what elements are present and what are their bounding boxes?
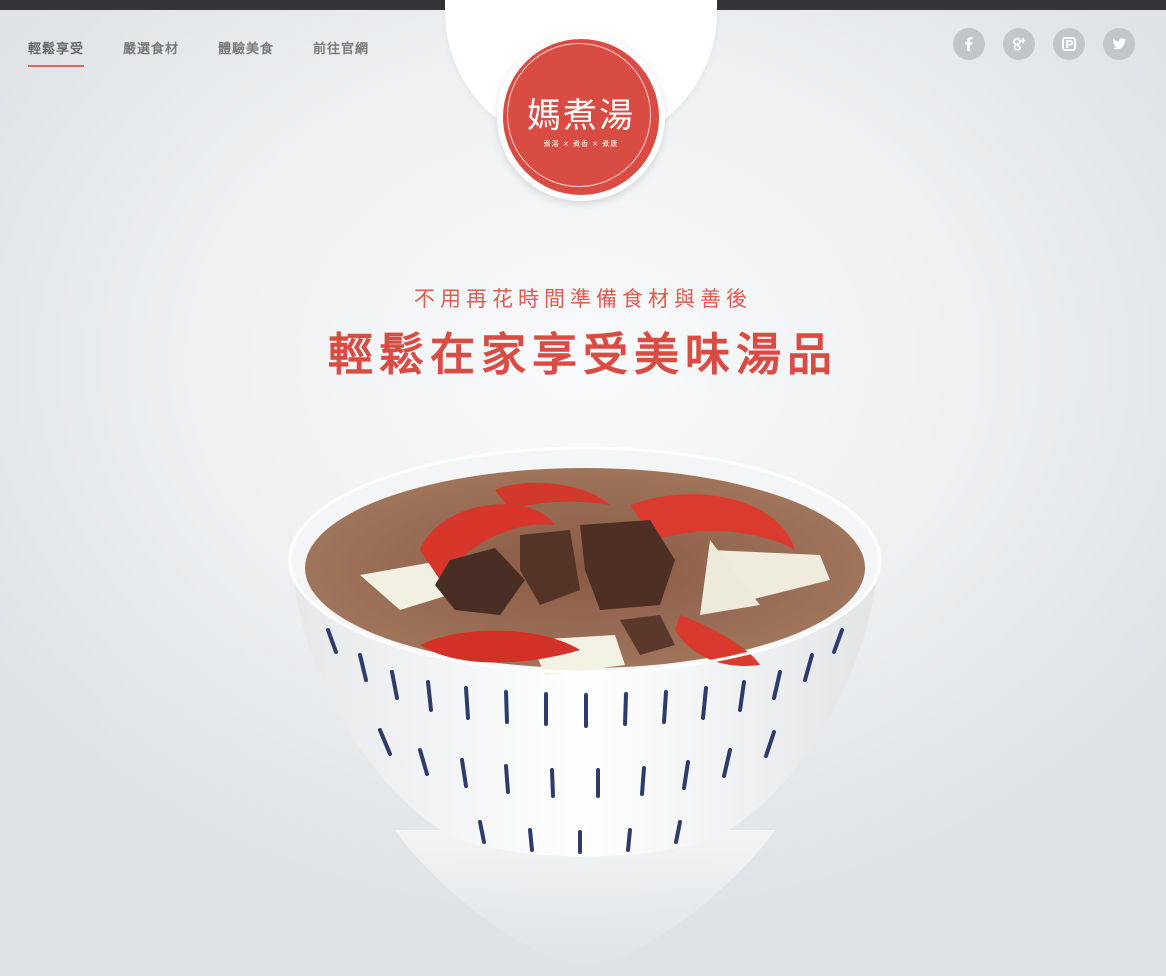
nav-item-ingredients[interactable]: 嚴選食材 xyxy=(123,38,179,67)
nav-item-official-site[interactable]: 前往官網 xyxy=(313,38,369,67)
nav-item-experience[interactable]: 體驗美食 xyxy=(218,38,274,67)
logo-tagline: 煮湯 × 煮香 × 煮康 xyxy=(543,140,619,148)
hero-subheading: 不用再花時間準備食材與善後 xyxy=(414,287,752,311)
nav-item-relax[interactable]: 輕鬆享受 xyxy=(28,38,85,67)
google-plus-icon xyxy=(1013,37,1026,51)
facebook-button[interactable] xyxy=(953,28,985,60)
facebook-icon xyxy=(965,37,973,51)
logo-title: 媽煮湯 xyxy=(527,96,635,136)
twitter-button[interactable] xyxy=(1103,28,1135,60)
google-plus-button[interactable] xyxy=(1003,28,1035,60)
plurk-icon xyxy=(1062,37,1076,51)
soup-bowl-image xyxy=(288,446,882,970)
main-nav: 輕鬆享受 嚴選食材 體驗美食 前往官網 xyxy=(28,38,408,67)
hero-headline: 輕鬆在家享受美味湯品 xyxy=(327,328,838,381)
social-links xyxy=(953,28,1153,60)
plurk-button[interactable] xyxy=(1053,28,1085,60)
twitter-icon xyxy=(1112,38,1126,50)
